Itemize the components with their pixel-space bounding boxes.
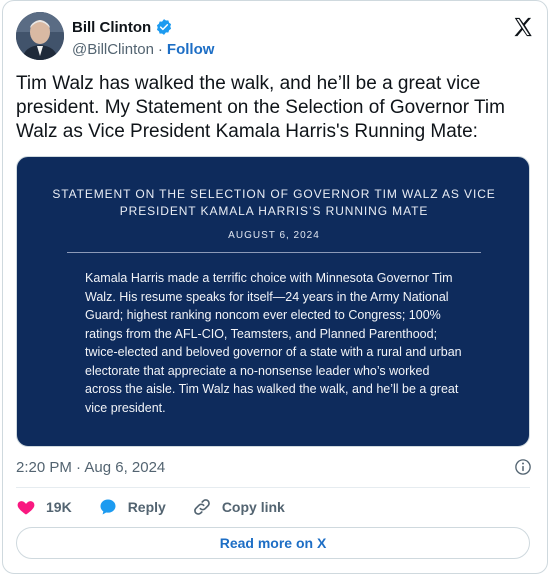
handle-row: @BillClinton · Follow xyxy=(72,41,214,58)
follow-button[interactable]: Follow xyxy=(167,41,215,58)
read-more-label: Read more on X xyxy=(219,535,327,551)
link-icon xyxy=(193,499,210,515)
statement-image[interactable]: STATEMENT ON THE SELECTION OF GOVERNOR T… xyxy=(16,156,530,447)
statement-body: Kamala Harris made a terrific choice wit… xyxy=(85,271,462,415)
copy-link-label: Copy link xyxy=(221,499,285,515)
copy-link-button[interactable]: Copy link xyxy=(192,497,285,517)
statement-date: AUGUST 6, 2024 xyxy=(228,230,320,241)
avatar[interactable] xyxy=(16,12,64,60)
like-button[interactable]: 19K xyxy=(16,497,72,517)
read-more-button[interactable]: Read more on X xyxy=(16,527,530,559)
reply-label: Reply xyxy=(127,499,166,515)
x-logo-icon[interactable] xyxy=(512,16,534,38)
info-icon[interactable] xyxy=(514,458,532,476)
author-name-row[interactable]: Bill Clinton xyxy=(72,18,173,36)
reply-bubble-icon xyxy=(100,499,116,515)
like-count: 19K xyxy=(46,499,72,515)
statement-title: STATEMENT ON THE SELECTION OF GOVERNOR T… xyxy=(52,187,496,218)
action-bar: 19K Reply Copy link xyxy=(16,497,311,517)
divider xyxy=(16,487,530,488)
author-handle[interactable]: @BillClinton xyxy=(72,41,154,58)
verified-badge-icon xyxy=(157,19,172,35)
separator-dot: · xyxy=(157,41,163,58)
tweet-timestamp[interactable]: 2:20 PM · Aug 6, 2024 xyxy=(16,459,165,476)
heart-icon xyxy=(17,501,35,515)
statement-divider xyxy=(67,252,481,253)
author-name[interactable]: Bill Clinton xyxy=(72,19,151,36)
reply-button[interactable]: Reply xyxy=(98,497,166,517)
tweet-text: Tim Walz has walked the walk, and he’ll … xyxy=(16,73,505,142)
